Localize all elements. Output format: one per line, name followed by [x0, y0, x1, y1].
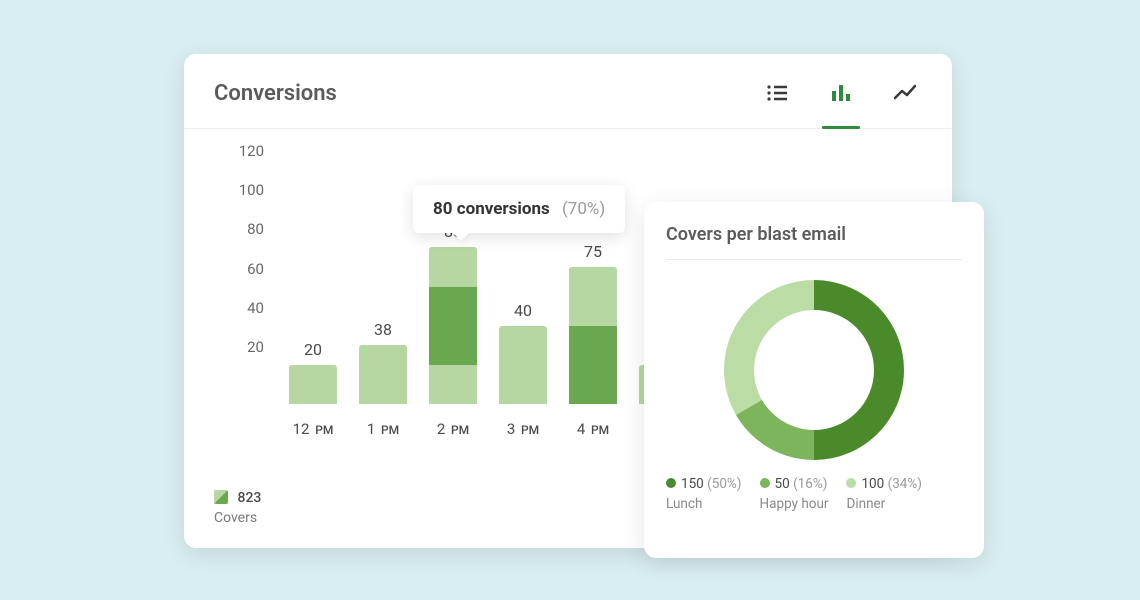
legend-value: 823	[237, 490, 261, 506]
bar-value-label: 75	[584, 242, 602, 261]
y-tick: 20	[247, 338, 264, 356]
legend-dot-icon	[760, 478, 770, 488]
card-header: Conversions	[184, 54, 952, 129]
bar-tooltip: 80 conversions (70%)	[413, 185, 625, 233]
legend-item-label: Happy hour	[760, 496, 829, 512]
legend-dot-icon	[846, 478, 856, 488]
donut-legend-item: 50 (16%) Happy hour	[760, 476, 829, 512]
legend-item-value: 150	[681, 476, 704, 492]
legend-item-label: Lunch	[666, 496, 742, 512]
y-tick: 120	[239, 142, 264, 160]
legend-swatch-icon	[214, 490, 228, 504]
bar-light-segment	[359, 345, 407, 404]
x-tick: 4 PM	[577, 420, 609, 438]
bar-dark-segment	[569, 326, 617, 404]
y-tick: 40	[247, 299, 264, 317]
bar-chart-icon	[829, 81, 853, 105]
tooltip-unit: conversions	[457, 199, 550, 219]
donut-legend-item: 100 (34%) Dinner	[846, 476, 922, 512]
view-tab-line[interactable]	[888, 76, 922, 110]
line-chart-icon	[893, 81, 917, 105]
donut-chart	[666, 260, 962, 470]
donut-title: Covers per blast email	[666, 224, 962, 260]
x-tick: 1 PM	[367, 420, 399, 438]
donut-legend-item: 150 (50%) Lunch	[666, 476, 742, 512]
y-tick: 60	[247, 260, 264, 278]
bar[interactable]: 2012 PM	[289, 169, 337, 404]
list-icon	[765, 81, 789, 105]
view-tab-bar[interactable]	[824, 76, 858, 110]
x-tick: 2 PM	[437, 420, 469, 438]
tooltip-value: 80	[433, 199, 453, 219]
legend-dot-icon	[666, 478, 676, 488]
covers-donut-card: Covers per blast email 150 (50%) Lunch 50 …	[644, 202, 984, 558]
legend-total: 823 Covers	[214, 490, 261, 526]
x-tick: 3 PM	[507, 420, 539, 438]
tooltip-pct: (70%)	[562, 199, 605, 219]
donut-ring	[724, 280, 904, 460]
legend-item-pct: (34%)	[888, 476, 922, 492]
donut-legend: 150 (50%) Lunch 50 (16%) Happy hour 100 (34%…	[666, 470, 962, 512]
x-tick: 12 PM	[293, 420, 334, 438]
legend-item-value: 100	[861, 476, 884, 492]
legend-item-value: 50	[775, 476, 790, 492]
bar-dark-segment	[429, 287, 477, 365]
bar-value-label: 40	[514, 301, 532, 320]
bar-value-label: 20	[304, 340, 322, 359]
legend-item-pct: (16%)	[793, 476, 827, 492]
view-tab-list[interactable]	[760, 76, 794, 110]
legend-label: Covers	[214, 510, 261, 526]
bar-light-segment	[499, 326, 547, 404]
card-title: Conversions	[214, 81, 337, 106]
y-tick: 80	[247, 220, 264, 238]
bar-light-segment	[289, 365, 337, 404]
legend-item-pct: (50%)	[707, 476, 741, 492]
legend-item-label: Dinner	[846, 496, 922, 512]
bar[interactable]: 381 PM	[359, 169, 407, 404]
y-tick: 100	[239, 181, 264, 199]
y-axis: 12010080604020	[214, 169, 274, 404]
bar-value-label: 38	[374, 320, 392, 339]
view-tabs	[760, 76, 922, 110]
